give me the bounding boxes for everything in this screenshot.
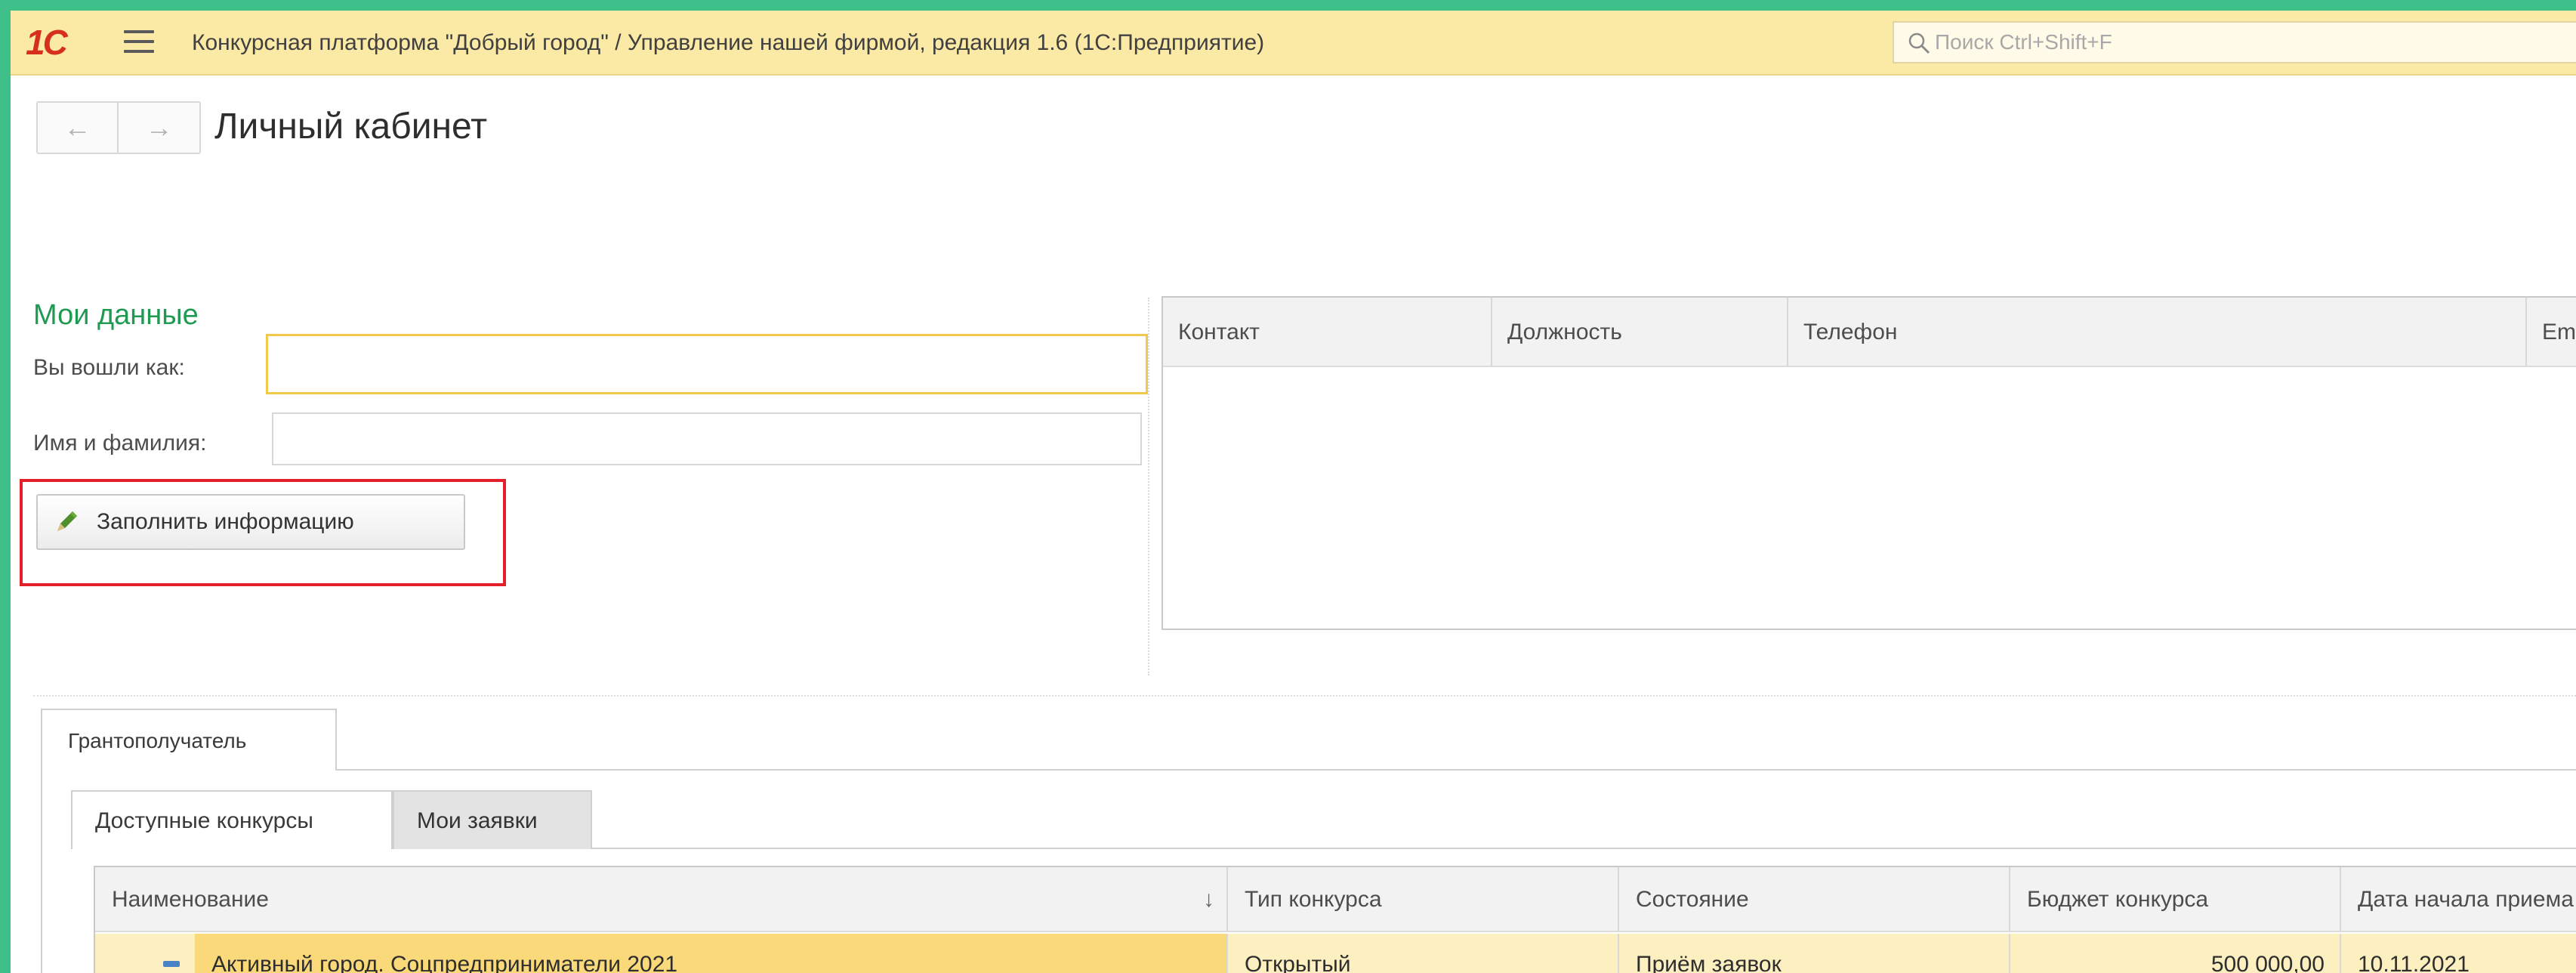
column-header-start-date[interactable]: Дата начала приема [2341,867,2576,932]
pencil-icon [57,511,77,531]
column-header-state[interactable]: Состояние [1619,867,2010,932]
nav-buttons: ← → [36,101,201,154]
arrow-left-icon: ← [63,112,91,143]
column-header-phone[interactable]: Телефон [1788,298,2527,367]
contacts-table-header: Контакт Должность Телефон Email [1163,298,2576,367]
tab-baseline [337,769,2576,771]
row-state-minus-icon [163,961,180,967]
table-row[interactable]: Активный город. Соцпредприниматели 2021 … [95,934,2576,973]
cell-name: Активный город. Соцпредприниматели 2021 [195,934,1228,973]
tab-available-contests[interactable]: Доступные конкурсы [71,790,393,849]
column-header-contact[interactable]: Контакт [1163,298,1492,367]
panel-separator [1148,298,1149,675]
column-header-email[interactable]: Email [2527,298,2576,367]
fill-info-button-label: Заполнить информацию [97,509,354,534]
logged-in-label: Вы вошли как: [33,355,185,380]
inner-tab-baseline [592,848,2576,849]
search-input[interactable]: Поиск Ctrl+Shift+F [1893,21,2576,63]
app-title: Конкурсная платформа "Добрый город" / Уп… [192,30,1265,55]
tab-grantee[interactable]: Грантополучатель [41,709,337,771]
back-button[interactable]: ← [38,103,119,153]
cell-budget: 500 000,00 [2010,934,2341,973]
logged-in-field[interactable] [266,334,1148,394]
sort-descending-icon: ↓ [1203,887,1214,912]
tab-panel-border [41,769,42,973]
name-field[interactable] [272,412,1142,465]
1c-logo: 1С [26,23,68,62]
search-icon [1908,32,1930,54]
arrow-right-icon: → [145,112,173,143]
forward-button[interactable]: → [119,103,199,153]
name-label: Имя и фамилия: [33,431,207,456]
column-header-budget[interactable]: Бюджет конкурса [2010,867,2341,932]
my-data-heading: Мои данные [33,299,199,331]
cell-start-date: 10.11.2021 [2358,952,2470,973]
page-title: Личный кабинет [214,107,488,147]
cell-type: Открытый [1228,934,1619,973]
contacts-table[interactable]: Контакт Должность Телефон Email [1162,296,2576,630]
column-header-name[interactable]: Наименование ↓ [95,867,1228,932]
cell-state: Приём заявок [1619,934,2010,973]
fill-info-button[interactable]: Заполнить информацию [36,494,465,550]
section-divider [33,695,2576,697]
contests-table-header: Наименование ↓ Тип конкурса Состояние Бю… [95,867,2576,932]
column-header-type[interactable]: Тип конкурса [1228,867,1619,932]
hamburger-menu-icon[interactable] [124,30,154,56]
contests-table[interactable]: Наименование ↓ Тип конкурса Состояние Бю… [94,866,2576,973]
app-window: 1С Конкурсная платформа "Добрый город" /… [11,11,2576,973]
column-header-name-label: Наименование [112,887,269,912]
tab-my-applications[interactable]: Мои заявки [393,790,592,849]
column-header-position[interactable]: Должность [1492,298,1788,367]
title-bar: 1С Конкурсная платформа "Добрый город" /… [11,11,2576,76]
search-placeholder: Поиск Ctrl+Shift+F [1935,30,2112,54]
